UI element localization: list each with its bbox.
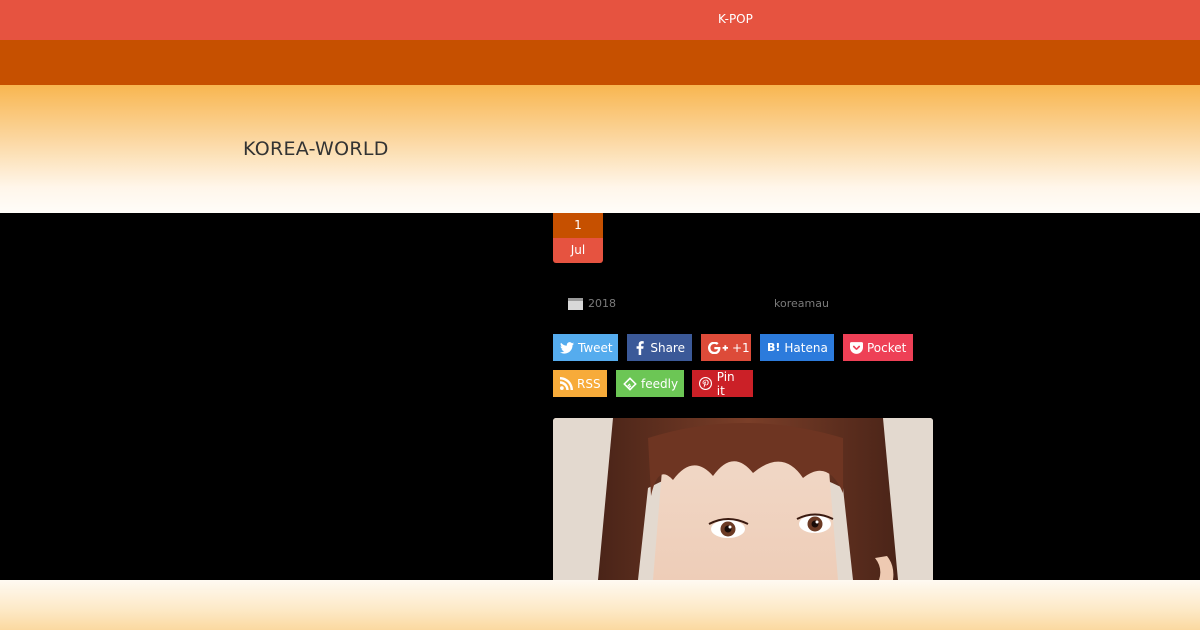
pocket-label: Pocket xyxy=(867,340,907,355)
feedly-button[interactable]: feedly xyxy=(616,370,684,397)
date-badge: 1 Jul xyxy=(553,213,603,263)
calendar-icon xyxy=(568,297,583,310)
top-nav-bar: K-POP xyxy=(0,0,1200,40)
featured-image[interactable] xyxy=(553,418,933,580)
date-month: Jul xyxy=(553,238,603,263)
rss-label: RSS xyxy=(577,376,601,391)
facebook-share-button[interactable]: Share xyxy=(627,334,692,361)
facebook-f-icon xyxy=(634,340,646,355)
twitter-bird-icon xyxy=(560,341,574,355)
feedly-icon xyxy=(623,376,637,391)
gplus-label: +1 xyxy=(732,340,750,355)
post-year: 2018 xyxy=(588,297,616,310)
google-plus-button[interactable]: +1 xyxy=(701,334,751,361)
post-date: 2018 xyxy=(568,297,616,310)
hatena-button[interactable]: B! Hatena xyxy=(760,334,834,361)
pin-label: Pin it xyxy=(716,369,735,398)
rss-icon xyxy=(560,377,573,391)
rss-button[interactable]: RSS xyxy=(553,370,607,397)
date-day: 1 xyxy=(553,213,603,238)
header-band xyxy=(0,40,1200,85)
site-title[interactable]: KOREA-WORLD xyxy=(243,138,389,160)
tweet-label: Tweet xyxy=(578,340,613,355)
post-author[interactable]: koreamau xyxy=(774,297,829,310)
pinterest-button[interactable]: Pin it xyxy=(692,369,753,398)
pocket-icon xyxy=(850,341,863,355)
share-label: Share xyxy=(650,340,685,355)
hatena-label: Hatena xyxy=(784,340,828,355)
tweet-button[interactable]: Tweet xyxy=(553,334,618,361)
nav-item-kpop[interactable]: K-POP xyxy=(718,12,753,26)
feedly-label: feedly xyxy=(641,376,679,391)
main-content: 1 Jul 2018 koreamau Tweet Share +1 B! Ha… xyxy=(0,213,1200,580)
pinterest-icon xyxy=(699,377,713,391)
page-footer xyxy=(0,580,1200,630)
site-header: KOREA-WORLD xyxy=(0,85,1200,213)
google-plus-icon xyxy=(708,341,728,355)
pocket-button[interactable]: Pocket xyxy=(843,334,913,361)
hatena-b-icon: B! xyxy=(767,341,781,354)
